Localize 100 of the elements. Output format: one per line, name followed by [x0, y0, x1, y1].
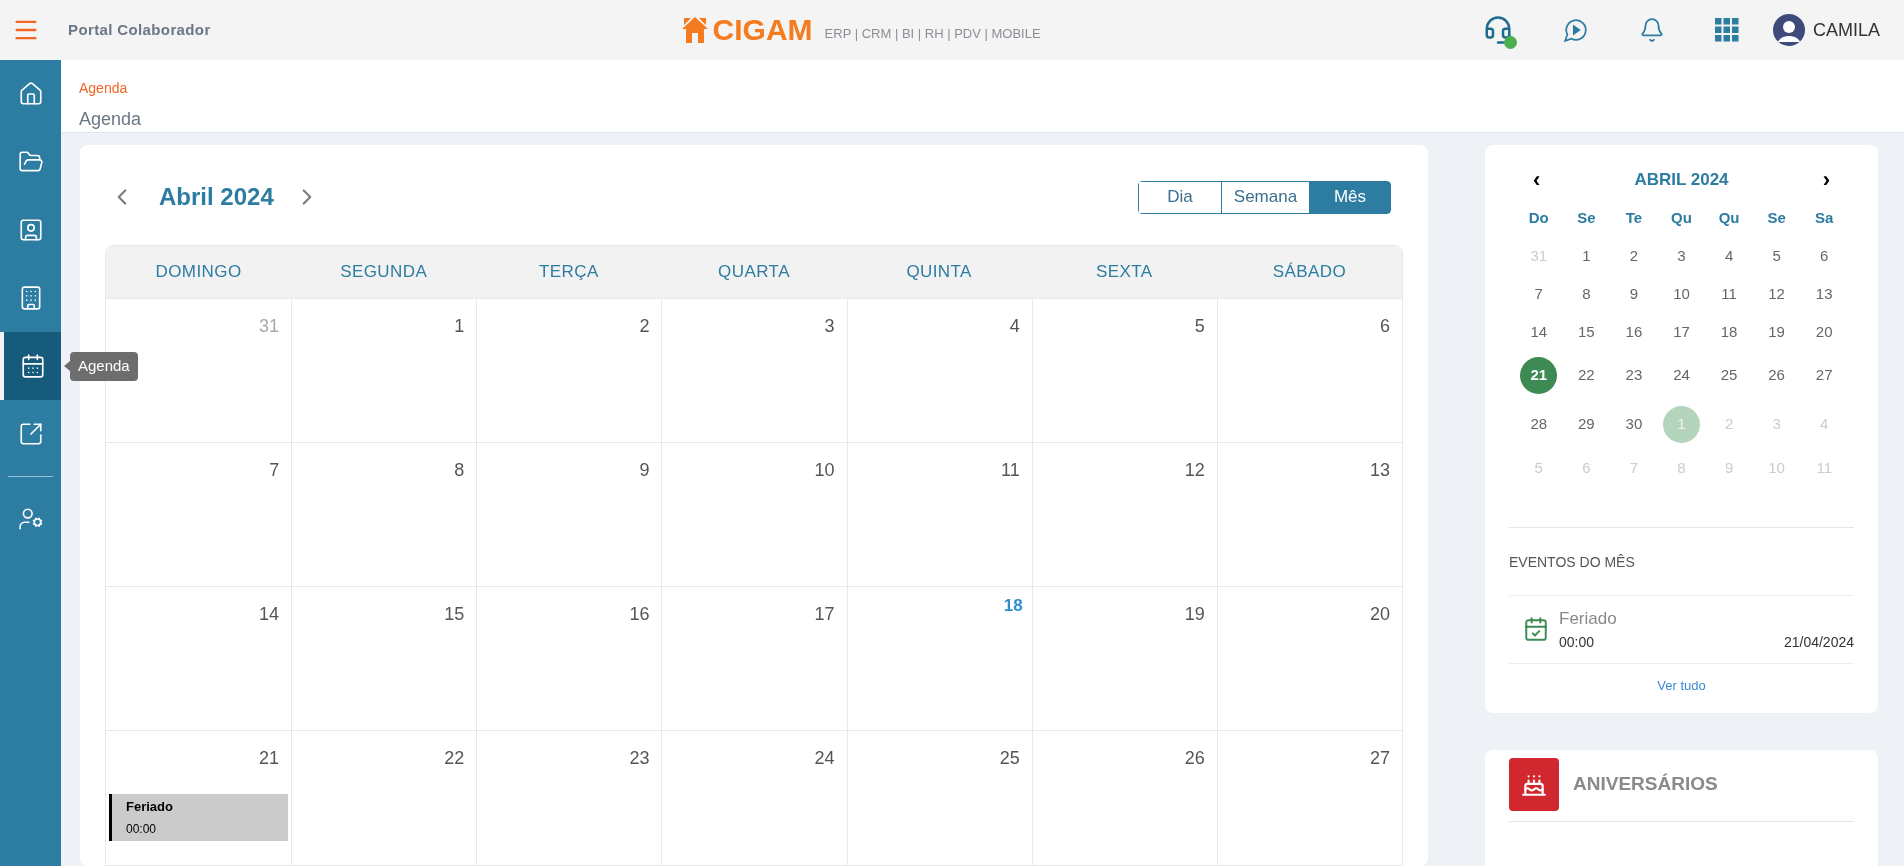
day-cell[interactable]: 14: [106, 587, 292, 730]
day-cell[interactable]: 15: [291, 587, 477, 730]
day-cell[interactable]: 21 Feriado 00:00: [106, 731, 292, 865]
avatar-icon[interactable]: [1772, 14, 1805, 46]
weekday-header: QUINTA: [905, 261, 973, 284]
day-cell[interactable]: 24: [661, 731, 847, 865]
mini-calendar-day[interactable]: 28: [1520, 405, 1558, 443]
mini-calendar-day[interactable]: 4: [1710, 237, 1748, 275]
day-number: 3: [824, 315, 835, 338]
mini-calendar-day[interactable]: 12: [1758, 275, 1796, 313]
weekday-header: SÁBADO: [1271, 261, 1348, 284]
day-cell[interactable]: 20: [1216, 587, 1402, 730]
day-cell[interactable]: 5: [1031, 299, 1217, 442]
see-all-link[interactable]: Ver tudo: [1657, 675, 1706, 695]
day-cell[interactable]: 13: [1216, 443, 1402, 586]
play-message-icon[interactable]: [1562, 17, 1589, 43]
mini-calendar-day[interactable]: 21: [1520, 356, 1558, 394]
view-tab[interactable]: Mês: [1309, 181, 1390, 213]
mini-calendar-day[interactable]: 29: [1567, 405, 1605, 443]
mini-calendar-day[interactable]: 17: [1663, 313, 1700, 351]
day-cell[interactable]: 22: [291, 731, 477, 865]
event-time: 00:00: [126, 820, 158, 838]
day-cell[interactable]: 1: [291, 299, 477, 442]
mini-calendar-day[interactable]: 20: [1805, 313, 1843, 351]
month-title: Abril 2024: [159, 182, 274, 212]
mini-calendar-day[interactable]: 5: [1758, 237, 1796, 275]
mini-calendar-day[interactable]: 9: [1615, 275, 1653, 313]
user-name[interactable]: CAMILA: [1812, 16, 1880, 44]
day-cell[interactable]: 23: [476, 731, 662, 865]
day-cell[interactable]: 26: [1031, 731, 1217, 865]
event-chip[interactable]: Feriado 00:00: [109, 794, 289, 841]
mini-calendar-day[interactable]: 26: [1758, 356, 1796, 394]
day-cell[interactable]: 7: [106, 443, 292, 586]
mini-calendar-day[interactable]: 3: [1663, 237, 1700, 275]
mini-calendar-day[interactable]: 1: [1567, 237, 1605, 275]
mini-calendar-day[interactable]: 10: [1663, 275, 1700, 313]
day-cell[interactable]: 2: [476, 299, 662, 442]
day-number: 13: [1369, 459, 1390, 482]
day-number: 21: [259, 747, 280, 770]
mini-calendar-day[interactable]: 19: [1758, 313, 1796, 351]
mini-calendar-day[interactable]: 25: [1710, 356, 1748, 394]
weekday-label: Te: [1624, 207, 1644, 228]
day-number: 1: [454, 315, 465, 338]
mini-calendar-day[interactable]: 11: [1710, 275, 1748, 313]
link-icon: [17, 421, 44, 447]
logo-tagline: ERP | CRM | BI | RH | PDV | MOBILE: [824, 24, 1041, 43]
mini-calendar-day[interactable]: 16: [1615, 313, 1653, 351]
mini-calendar-title: ABRIL 2024: [1634, 169, 1729, 191]
notifications-icon[interactable]: [1638, 17, 1665, 43]
day-cell[interactable]: 18: [846, 587, 1032, 730]
day-cell[interactable]: 11: [846, 443, 1032, 586]
mini-calendar-day[interactable]: 8: [1567, 275, 1605, 313]
next-month-button[interactable]: ›: [1822, 168, 1830, 191]
page-title: Agenda: [79, 108, 143, 131]
cake-icon: [1509, 758, 1559, 811]
app-title: Portal Colaborador: [68, 19, 211, 40]
day-number: 15: [444, 603, 465, 626]
mini-calendar-day[interactable]: 15: [1567, 313, 1605, 351]
day-cell[interactable]: 4: [846, 299, 1032, 442]
day-cell[interactable]: 27: [1216, 731, 1402, 865]
sidebar-item[interactable]: [0, 332, 61, 400]
day-cell[interactable]: 10: [661, 443, 847, 586]
mini-calendar-day[interactable]: 6: [1805, 237, 1843, 275]
mini-calendar-day[interactable]: 2: [1615, 237, 1653, 275]
apps-grid-icon[interactable]: [1714, 18, 1739, 42]
mini-calendar-day[interactable]: 7: [1520, 275, 1558, 313]
mini-calendar-day[interactable]: 24: [1663, 356, 1700, 394]
day-cell[interactable]: 3: [661, 299, 847, 442]
mini-calendar-day[interactable]: 23: [1615, 356, 1653, 394]
weekday-label: Qu: [1717, 207, 1741, 228]
day-number: 19: [1184, 603, 1205, 626]
day-cell[interactable]: 8: [291, 443, 477, 586]
day-number: 6: [1379, 315, 1390, 338]
weekday-label: Se: [1576, 207, 1597, 228]
day-number: 23: [629, 747, 650, 770]
day-number: 8: [454, 459, 465, 482]
events-heading: EVENTOS DO MÊS: [1509, 553, 1636, 572]
breadcrumb-link[interactable]: Agenda: [79, 78, 128, 99]
logo-icon: [680, 15, 709, 45]
mini-calendar-day[interactable]: 27: [1805, 356, 1843, 394]
day-cell[interactable]: 25: [846, 731, 1032, 865]
mini-calendar-day[interactable]: 22: [1567, 356, 1605, 394]
profile-icon: [17, 217, 44, 243]
day-cell[interactable]: 19: [1031, 587, 1217, 730]
weekday-header: SEXTA: [1094, 261, 1154, 284]
day-cell[interactable]: 9: [476, 443, 662, 586]
day-number: 18: [1003, 595, 1023, 617]
mini-calendar-day[interactable]: 13: [1805, 275, 1843, 313]
mini-calendar-day[interactable]: 14: [1520, 313, 1558, 351]
previous-month-button[interactable]: ‹: [1533, 168, 1541, 191]
mini-calendar-day[interactable]: 30: [1615, 405, 1653, 443]
day-cell[interactable]: 16: [476, 587, 662, 730]
day-cell[interactable]: 17: [661, 587, 847, 730]
day-cell[interactable]: 6: [1216, 299, 1402, 442]
day-number: 10: [814, 459, 835, 482]
mini-calendar-day[interactable]: 18: [1710, 313, 1748, 351]
day-cell[interactable]: 12: [1031, 443, 1217, 586]
day-number: 12: [1184, 459, 1205, 482]
calendar-icon: [19, 353, 46, 379]
home-icon: [17, 81, 44, 107]
